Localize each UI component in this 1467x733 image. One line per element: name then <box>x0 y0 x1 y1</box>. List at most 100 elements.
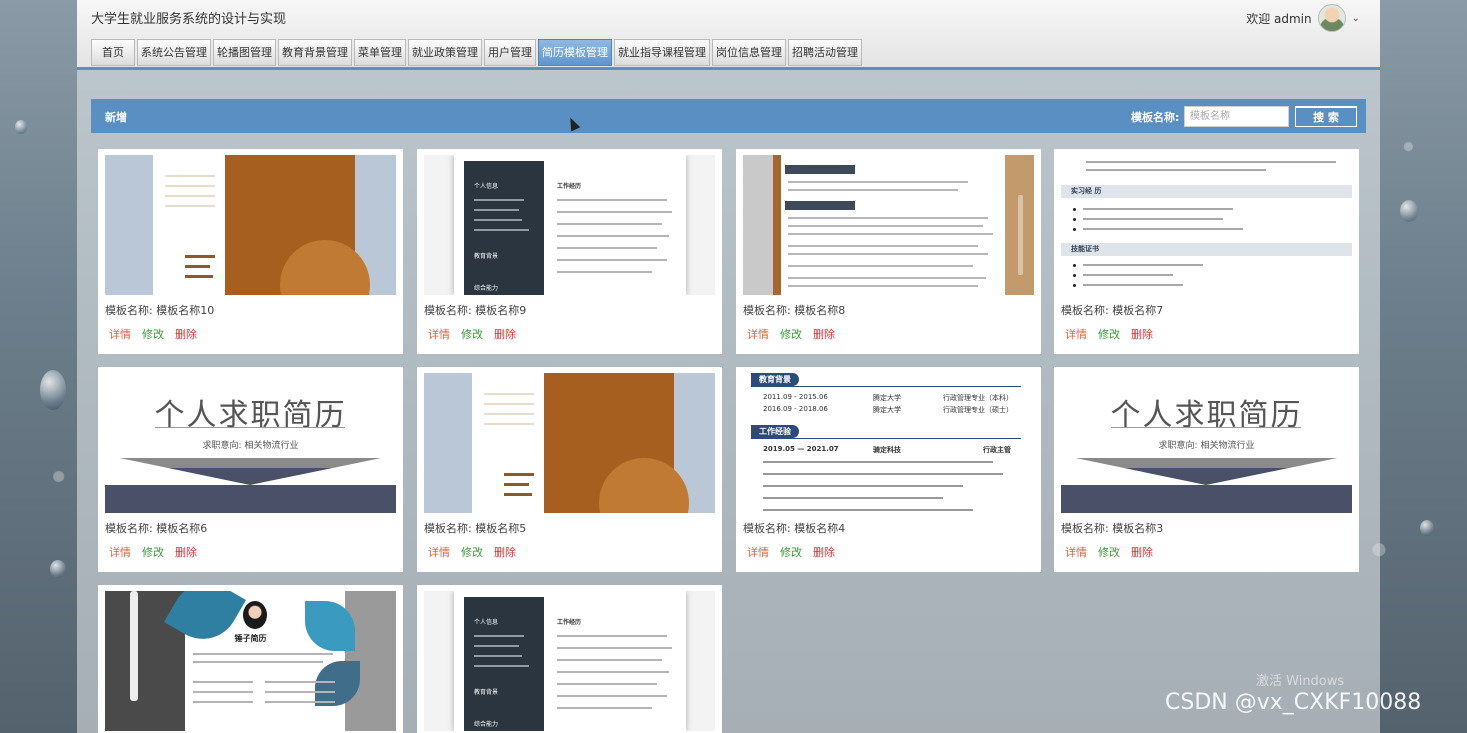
edit-link[interactable]: 修改 <box>461 326 483 342</box>
delete-link[interactable]: 删除 <box>1131 326 1153 342</box>
detail-link[interactable]: 详情 <box>747 326 769 342</box>
template-thumbnail[interactable] <box>105 155 396 295</box>
raindrop <box>1400 200 1418 222</box>
template-name: 模板名称: 模板名称10 <box>105 304 215 317</box>
template-thumbnail[interactable] <box>424 373 715 513</box>
detail-link[interactable]: 详情 <box>747 544 769 560</box>
edit-link[interactable]: 修改 <box>780 326 802 342</box>
thumb-bar <box>504 473 534 476</box>
bullet-icon <box>1073 218 1076 221</box>
tab-menu[interactable]: 菜单管理 <box>354 39 406 66</box>
delete-link[interactable]: 删除 <box>813 326 835 342</box>
thumb-line <box>484 393 534 395</box>
raindrop <box>40 370 66 410</box>
thumb-line <box>165 175 215 177</box>
thumb-text: 2019.05 — 2021.07 <box>763 445 839 453</box>
thumb-line <box>557 199 667 201</box>
raindrop <box>1420 520 1434 536</box>
user-menu[interactable]: 欢迎 admin ⌄ <box>1246 4 1360 32</box>
detail-link[interactable]: 详情 <box>1065 544 1087 560</box>
bullet-icon <box>1073 284 1076 287</box>
thumb-line <box>1083 208 1233 210</box>
template-thumbnail[interactable]: 锤子简历 <box>105 591 396 731</box>
tab-policy[interactable]: 就业政策管理 <box>408 39 482 66</box>
template-thumbnail[interactable]: 个人信息 教育背景 综合能力 工作经历 <box>424 591 715 731</box>
thumb-line <box>265 691 335 693</box>
delete-link[interactable]: 删除 <box>175 326 197 342</box>
tab-education[interactable]: 教育背景管理 <box>278 39 352 66</box>
chevron-down-icon[interactable]: ⌄ <box>1352 13 1360 24</box>
app-title: 大学生就业服务系统的设计与实现 <box>91 12 287 27</box>
thumb-line <box>484 413 534 415</box>
thumb-section: 实习经 历 <box>1061 185 1352 198</box>
thumb-line <box>1083 218 1223 220</box>
thumb-heading: 综合能力 <box>474 285 499 292</box>
template-thumbnail[interactable]: 个人求职简历 求职意向: 相关物流行业 <box>1061 373 1352 513</box>
thumb-line <box>788 253 988 255</box>
thumb-line <box>165 185 215 187</box>
template-thumbnail[interactable]: 个人信息 教育背景 综合能力 工作经历 <box>424 155 715 295</box>
edit-link[interactable]: 修改 <box>780 544 802 560</box>
thumb-line <box>1083 284 1183 286</box>
thumb-rule <box>1111 427 1301 428</box>
edit-link[interactable]: 修改 <box>1098 326 1120 342</box>
thumb-line <box>193 701 253 703</box>
detail-link[interactable]: 详情 <box>428 544 450 560</box>
thumb-section-pill: 教育背景 <box>751 373 799 386</box>
thumb-rule <box>155 427 345 428</box>
tab-home[interactable]: 首页 <box>91 39 135 66</box>
add-button[interactable]: 新增 <box>105 109 127 125</box>
edit-link[interactable]: 修改 <box>142 544 164 560</box>
tab-jobs[interactable]: 岗位信息管理 <box>712 39 786 66</box>
thumb-line <box>474 655 522 657</box>
avatar[interactable] <box>1317 4 1346 32</box>
thumb-section: 技能证书 <box>1061 243 1352 256</box>
tab-users[interactable]: 用户管理 <box>484 39 536 66</box>
pencil-icon <box>130 591 138 701</box>
thumb-text: 2016.09 - 2018.06 <box>763 405 828 413</box>
card-actions: 详情 修改 删除 <box>1065 544 1153 560</box>
thumb-section-title: 技能证书 <box>1071 245 1099 253</box>
template-card: 模板名称: 模板名称10 详情 修改 删除 <box>98 149 403 354</box>
thumb-line <box>763 497 943 499</box>
delete-link[interactable]: 删除 <box>1131 544 1153 560</box>
thumb-line <box>193 691 253 693</box>
delete-link[interactable]: 删除 <box>813 544 835 560</box>
detail-link[interactable]: 详情 <box>109 544 131 560</box>
thumb-line <box>557 671 669 673</box>
tab-carousel[interactable]: 轮播图管理 <box>213 39 276 66</box>
detail-link[interactable]: 详情 <box>109 326 131 342</box>
template-thumbnail[interactable] <box>743 155 1034 295</box>
delete-link[interactable]: 删除 <box>175 544 197 560</box>
thumb-heading: 综合能力 <box>474 721 499 728</box>
pen-icon <box>1018 195 1023 275</box>
detail-link[interactable]: 详情 <box>428 326 450 342</box>
thumb-line <box>557 235 669 237</box>
tab-recruitment[interactable]: 招聘活动管理 <box>788 39 862 66</box>
thumb-text: 腾定大学 <box>873 406 901 414</box>
thumb-header <box>785 165 855 174</box>
delete-link[interactable]: 删除 <box>494 544 516 560</box>
tab-resume-templates[interactable]: 简历模板管理 <box>538 39 612 66</box>
template-thumbnail[interactable]: 实习经 历 技能证书 <box>1061 155 1352 295</box>
tab-courses[interactable]: 就业指导课程管理 <box>614 39 710 66</box>
bullet-icon <box>1073 228 1076 231</box>
template-thumbnail[interactable]: 教育背景 2011.09 - 2015.06 腾定大学 行政管理专业（本科） 2… <box>743 373 1034 513</box>
card-actions: 详情 修改 删除 <box>747 544 835 560</box>
thumb-line <box>474 229 529 231</box>
thumb-text: 行政管理专业（硕士） <box>943 406 1013 414</box>
thumb-line <box>1083 274 1173 276</box>
edit-link[interactable]: 修改 <box>142 326 164 342</box>
thumb-line <box>484 423 534 425</box>
search-input[interactable] <box>1184 106 1289 127</box>
search-button[interactable]: 搜 索 <box>1295 106 1357 127</box>
template-thumbnail[interactable]: 个人求职简历 求职意向: 相关物流行业 <box>105 373 396 513</box>
tab-announcements[interactable]: 系统公告管理 <box>137 39 211 66</box>
thumb-line <box>1083 228 1243 230</box>
thumb-subtitle: 求职意向: 相关物流行业 <box>1158 441 1255 451</box>
edit-link[interactable]: 修改 <box>461 544 483 560</box>
delete-link[interactable]: 删除 <box>494 326 516 342</box>
detail-link[interactable]: 详情 <box>1065 326 1087 342</box>
raindrop <box>50 560 66 578</box>
edit-link[interactable]: 修改 <box>1098 544 1120 560</box>
